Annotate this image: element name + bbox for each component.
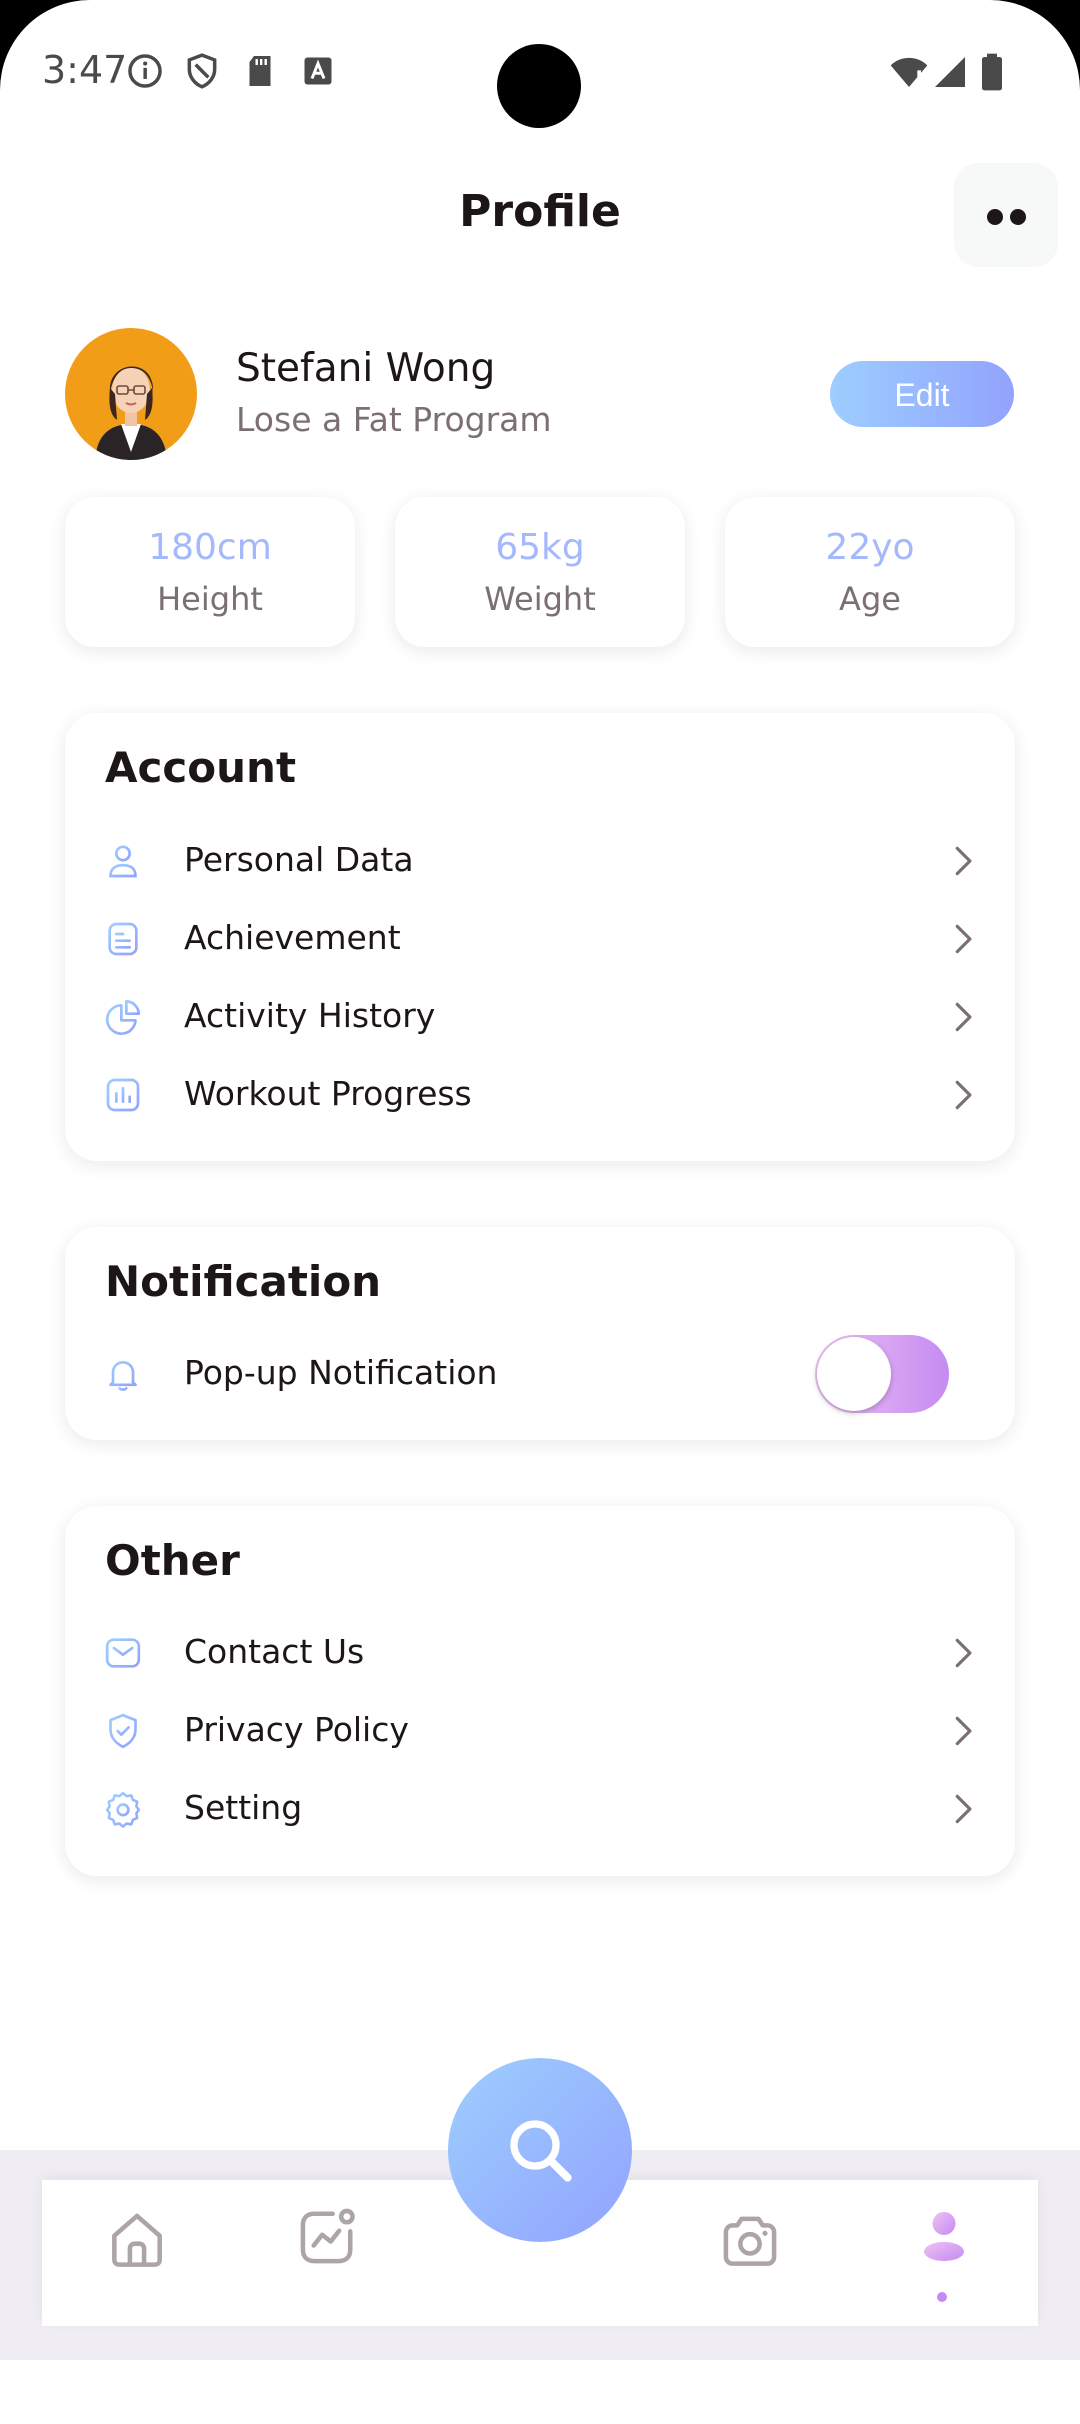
keyboard-a-icon [304,57,332,85]
gear-icon [105,1791,141,1828]
mail-icon [105,1638,141,1668]
account-item-achievement[interactable]: Achievement [65,900,1015,978]
other-item-label: Contact Us [184,1632,365,1671]
chevron-right-icon [955,1080,972,1110]
notification-card: Notification Pop-up Notification [65,1227,1015,1440]
stat-label: Height [157,580,263,618]
stat-age: 22yo Age [725,497,1015,647]
notification-title: Notification [105,1257,382,1306]
chevron-right-icon [955,1002,972,1032]
profile-name: Stefani Wong [236,346,496,391]
shield-status-icon [187,53,217,89]
other-item-privacy-policy[interactable]: Privacy Policy [65,1692,1015,1770]
stat-height: 180cm Height [65,497,355,647]
stat-label: Age [839,580,901,618]
info-icon [128,54,162,88]
other-item-label: Setting [184,1788,303,1827]
account-item-label: Personal Data [184,840,414,879]
active-indicator-dot [937,2292,947,2302]
other-title: Other [105,1536,240,1585]
account-title: Account [105,743,297,792]
notification-item-label: Pop-up Notification [184,1353,498,1392]
home-indicator[interactable] [398,2388,682,2397]
avatar-illustration [95,366,167,460]
activity-icon[interactable] [293,2203,361,2271]
search-icon [510,2120,572,2182]
more-options-button[interactable] [954,163,1058,267]
account-item-personal-data[interactable]: Personal Data [65,822,1015,900]
avatar [65,328,197,460]
account-item-label: Workout Progress [184,1074,472,1113]
battery-icon [982,53,1002,91]
other-card: Other Contact Us Privacy Policy Setting [65,1506,1015,1876]
profile-screen: 3:47 Profile Stefani Wong Lose a Fat Pro… [0,0,1080,2424]
profile-icon[interactable] [914,2206,974,2266]
account-item-label: Achievement [184,918,401,957]
bell-icon [109,1361,137,1391]
popup-notification-toggle[interactable] [815,1335,949,1413]
account-item-activity-history[interactable]: Activity History [65,978,1015,1056]
toggle-knob [817,1337,891,1411]
search-fab-button[interactable] [448,2058,632,2242]
chevron-right-icon [955,1716,972,1746]
pie-chart-icon [105,999,141,1035]
more-dot-icon [1010,209,1026,225]
stat-value: 65kg [495,527,585,568]
stat-value: 22yo [825,527,915,568]
front-camera [497,44,581,128]
more-dot-icon [987,209,1003,225]
wifi-icon [890,57,928,87]
page-title: Profile [459,186,621,237]
camera-icon[interactable] [716,2207,784,2275]
stat-weight: 65kg Weight [395,497,685,647]
shield-check-icon [109,1713,137,1749]
user-icon [109,845,137,878]
chevron-right-icon [955,1794,972,1824]
profile-program: Lose a Fat Program [236,400,552,439]
chevron-right-icon [955,1638,972,1668]
chevron-right-icon [955,846,972,876]
signal-icon [935,57,965,87]
stat-label: Weight [484,580,596,618]
sd-card-icon [249,56,271,86]
other-item-label: Privacy Policy [184,1710,409,1749]
account-card: Account Personal Data Achievement Activi… [65,713,1015,1161]
status-time: 3:47 [42,48,128,92]
edit-profile-button[interactable]: Edit [830,361,1014,427]
other-item-setting[interactable]: Setting [65,1770,1015,1848]
stat-value: 180cm [148,527,272,568]
status-bar: 3:47 [0,0,1080,140]
other-item-contact-us[interactable]: Contact Us [65,1614,1015,1692]
account-item-workout-progress[interactable]: Workout Progress [65,1056,1015,1134]
home-icon[interactable] [103,2206,171,2274]
document-icon [108,922,138,956]
bar-chart-icon [106,1078,140,1112]
account-item-label: Activity History [184,996,436,1035]
chevron-right-icon [955,924,972,954]
